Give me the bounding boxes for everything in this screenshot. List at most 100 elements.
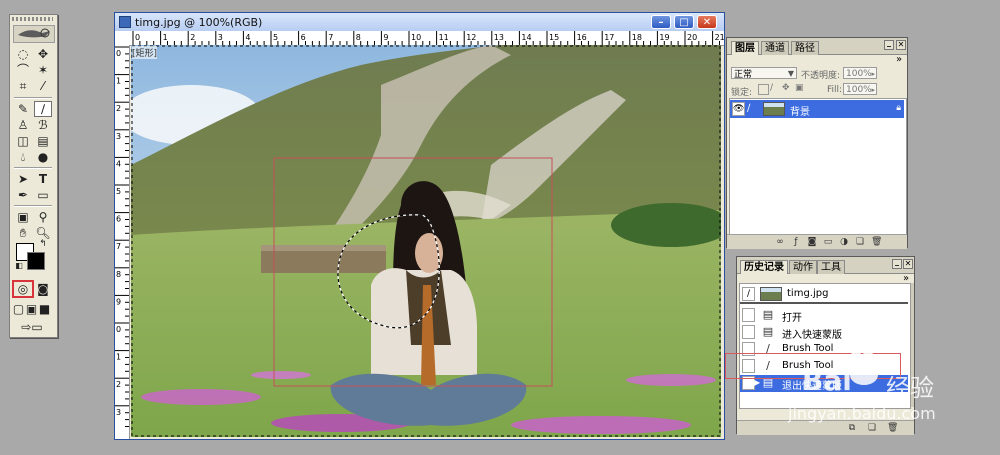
fill-label: Fill: [827, 85, 843, 95]
move-icon[interactable]: ✥ [34, 46, 52, 62]
fill-value: 100% [846, 85, 872, 95]
ruler-label: 0 [135, 33, 140, 42]
eye-icon[interactable]: 👁︎ [732, 102, 745, 116]
clone-stamp-icon[interactable]: ♙ [14, 117, 32, 133]
ruler-label: 10 [411, 33, 421, 42]
history-panel-footer: ⧉ ❏ 🗑︎ [737, 420, 914, 435]
layers-panel-tabs: 图层 通道 路径 ✕ [727, 38, 907, 55]
gradient-icon[interactable]: ▤ [34, 133, 52, 149]
photoshop-logo[interactable] [13, 25, 55, 43]
history-brush-icon[interactable]: ℬ [34, 117, 52, 133]
minimize-button[interactable]: – [651, 15, 671, 29]
ruler-label: 15 [549, 33, 559, 42]
layer-mask-icon[interactable]: ◙ [807, 237, 817, 247]
opacity-input[interactable]: 100% ▸ [843, 67, 877, 79]
new-snapshot-icon[interactable]: ❏ [867, 423, 877, 433]
blur-icon[interactable]: 💧︎ [14, 149, 32, 165]
default-colors-icon[interactable]: ◧ [14, 261, 24, 271]
panel-minimize-button[interactable] [892, 259, 902, 269]
background-color-swatch[interactable] [27, 252, 45, 270]
new-group-icon[interactable]: ▭ [823, 237, 833, 247]
panel-minimize-button[interactable] [884, 40, 894, 50]
screen-mode-full-icon[interactable]: ■ [38, 301, 51, 317]
link-layers-icon[interactable]: ∞ [775, 237, 785, 247]
history-source-checkbox[interactable] [742, 308, 755, 322]
ruler-label: 11 [439, 33, 449, 42]
pen-icon[interactable]: ✒ [14, 187, 32, 203]
toolbox: ◌ ✥ ⌒ ✶ ⌗ ⁄ ✎ ∕ ♙ ℬ ◫ ▤ 💧︎ ● ➤ T ✒ ▭ ▣ ⚲… [9, 14, 58, 338]
quick-mask-icon[interactable]: ◙ [34, 281, 52, 297]
new-document-from-state-icon[interactable]: ⧉ [847, 423, 857, 433]
delete-state-icon[interactable]: 🗑︎ [887, 423, 898, 433]
delete-layer-icon[interactable]: 🗑︎ [871, 237, 882, 247]
hand-icon[interactable]: ✋︎ [14, 225, 32, 241]
history-snapshot[interactable]: ∕ timg.jpg [740, 284, 908, 304]
tab-history[interactable]: 历史记录 [740, 260, 788, 274]
history-item[interactable]: ▤ 进入快速蒙版 [740, 324, 908, 341]
lock-transparency-icon[interactable] [758, 84, 769, 95]
panel-close-button[interactable]: ✕ [903, 259, 913, 269]
history-panel: 历史记录 动作 工具 ✕ » ∕ timg.jpg ▤ 打开 ▤ 进入快速蒙版 … [736, 256, 915, 435]
history-source-checkbox[interactable] [742, 325, 755, 339]
blend-mode-select[interactable]: 正常 ▼ [731, 67, 797, 80]
path-selection-icon[interactable]: ➤ [14, 171, 32, 187]
ruler-label: 19 [659, 33, 669, 42]
ruler-label: 6 [301, 33, 306, 42]
dodge-icon[interactable]: ● [34, 149, 52, 165]
horizontal-ruler[interactable]: 0 1 2 3 4 5 6 7 8 9 10 11 12 13 14 15 16 17 18 19 20 21 [115, 31, 734, 46]
layer-thumbnail [763, 102, 785, 116]
close-button[interactable]: ✕ [697, 15, 717, 29]
panel-menu-icon[interactable]: » [896, 54, 902, 65]
layers-list: 👁︎ ∕ 背景 🔒︎ [729, 98, 907, 235]
magic-wand-icon[interactable]: ✶ [34, 62, 52, 78]
ruler-label: 21 [715, 33, 724, 42]
marquee-icon[interactable]: ◌ [14, 46, 32, 62]
maximize-button[interactable]: □ [674, 15, 694, 29]
layer-row[interactable]: 👁︎ ∕ 背景 🔒︎ [730, 100, 904, 118]
history-item-label: 打开 [782, 313, 802, 324]
eraser-icon[interactable]: ◫ [14, 133, 32, 149]
tab-layers[interactable]: 图层 [731, 41, 759, 55]
tab-tools[interactable]: 工具 [817, 260, 845, 274]
slice-icon[interactable]: ⁄ [34, 78, 52, 94]
crop-icon[interactable]: ⌗ [14, 78, 32, 94]
brush-icon[interactable]: ∕ [34, 101, 52, 117]
panel-close-button[interactable]: ✕ [896, 40, 906, 50]
toolbox-grip[interactable] [12, 17, 53, 21]
document-titlebar[interactable]: timg.jpg @ 100%(RGB) – □ ✕ [115, 13, 724, 32]
screen-mode-full-menu-icon[interactable]: ▣ [25, 301, 38, 317]
lock-all-icon[interactable]: ▣ [795, 83, 804, 93]
lock-move-icon[interactable]: ✥ [782, 83, 790, 93]
screen-mode-standard-icon[interactable]: ▢ [12, 301, 25, 317]
lock-brush-icon[interactable]: ∕ [770, 83, 773, 93]
ruler-label: 5 [273, 33, 278, 42]
layer-style-icon[interactable]: ƒ [791, 237, 801, 247]
adjustment-layer-icon[interactable]: ◑ [839, 237, 849, 247]
tab-paths[interactable]: 路径 [791, 41, 819, 55]
ruler-label: 6 [116, 215, 121, 224]
shape-icon[interactable]: ▭ [34, 187, 52, 203]
tab-actions[interactable]: 动作 [789, 260, 817, 274]
notes-icon[interactable]: ▣ [14, 209, 32, 225]
ruler-label: 5 [116, 187, 121, 196]
ruler-label: 20 [687, 33, 697, 42]
fill-input[interactable]: 100% ▸ [843, 83, 877, 95]
vertical-ruler[interactable]: 0 1 2 3 4 5 6 7 8 9 0 1 2 3 [115, 45, 130, 439]
history-item-label: 进入快速蒙版 [782, 330, 842, 341]
ruler-label: 16 [577, 33, 587, 42]
tab-channels[interactable]: 通道 [761, 41, 789, 55]
standard-mode-icon[interactable]: ◎ [14, 281, 32, 297]
swap-colors-icon[interactable]: ↰ [38, 239, 48, 249]
document-title: timg.jpg @ 100%(RGB) [135, 16, 263, 29]
document-icon: ▤ [762, 308, 774, 321]
history-brush-source-icon[interactable]: ∕ [742, 287, 755, 301]
eyedropper-icon[interactable]: ⚲ [34, 209, 52, 225]
new-layer-icon[interactable]: ❏ [855, 237, 865, 247]
history-item[interactable]: ▤ 打开 [740, 307, 908, 324]
image-canvas[interactable]: [矩形] [131, 45, 721, 437]
history-scrollbar[interactable] [911, 283, 914, 407]
jump-to-imageready-icon[interactable]: ⇨▭ [16, 319, 48, 335]
type-icon[interactable]: T [34, 171, 52, 187]
healing-brush-icon[interactable]: ✎ [14, 101, 32, 117]
lasso-icon[interactable]: ⌒ [14, 62, 32, 78]
